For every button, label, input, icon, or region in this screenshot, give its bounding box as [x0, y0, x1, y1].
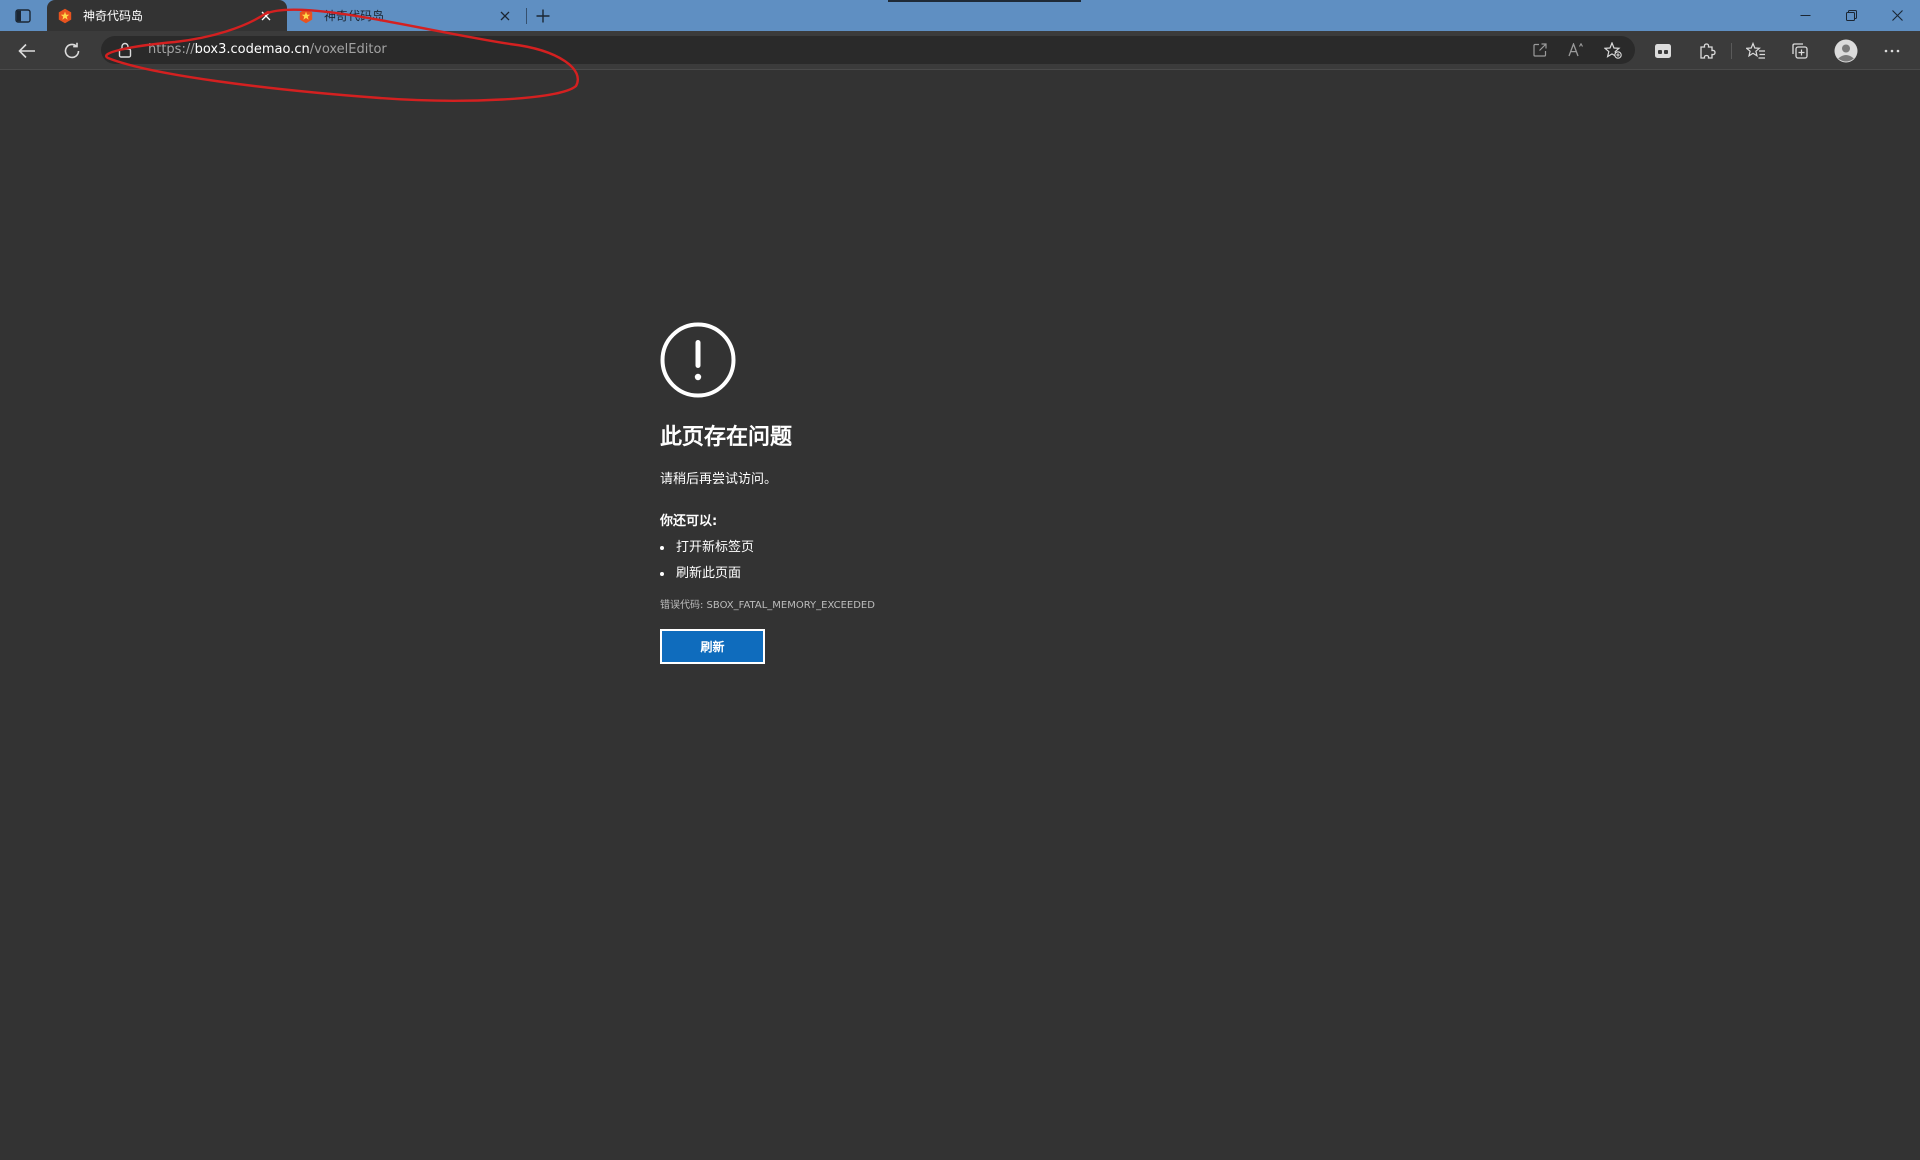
codemao-star-icon	[298, 8, 314, 24]
refresh-button[interactable]	[57, 36, 87, 66]
refresh-icon	[64, 42, 80, 59]
ellipsis-icon	[1884, 49, 1900, 53]
toolbar-divider	[1731, 43, 1732, 59]
open-in-app-button[interactable]	[1528, 39, 1552, 61]
read-aloud-icon	[1568, 43, 1583, 57]
options-heading: 你还可以:	[660, 514, 718, 529]
close-icon	[261, 11, 271, 20]
browser-window: 神奇代码岛 神奇代码岛 https://box3.codemao.cn/voxe…	[0, 0, 1920, 1160]
error-code: 错误代码: SBOX_FATAL_MEMORY_EXCEEDED	[660, 600, 875, 611]
tab-title: 神奇代码岛	[83, 9, 144, 23]
url-text[interactable]: https://box3.codemao.cn/voxelEditor	[148, 36, 387, 64]
collections-button[interactable]	[1785, 36, 1815, 66]
read-aloud-button[interactable]	[1564, 39, 1588, 61]
minimize-button[interactable]	[1782, 0, 1828, 31]
restore-icon	[1845, 10, 1857, 21]
settings-menu-button[interactable]	[1877, 36, 1907, 66]
tab-inactive[interactable]: 神奇代码岛	[288, 0, 526, 31]
close-tab-button[interactable]	[257, 7, 275, 25]
tab-active[interactable]: 神奇代码岛	[47, 0, 287, 31]
extension-button[interactable]	[1648, 36, 1678, 66]
profile-button[interactable]	[1831, 36, 1861, 66]
url-path: /voxelEditor	[309, 42, 387, 57]
title-bar-drag-indicator	[888, 0, 1081, 2]
options-list: 打开新标签页 刷新此页面	[660, 539, 1080, 583]
tab-actions-icon	[15, 9, 31, 23]
tab-separator	[526, 8, 527, 24]
puzzle-icon	[1700, 43, 1716, 59]
add-favorite-button[interactable]	[1601, 39, 1625, 61]
favorites-button[interactable]	[1741, 36, 1771, 66]
new-tab-button[interactable]	[532, 5, 554, 27]
minimize-icon	[1800, 15, 1810, 16]
restore-button[interactable]	[1828, 0, 1874, 31]
star-add-icon	[1604, 41, 1622, 59]
favorites-icon	[1746, 42, 1765, 59]
close-icon	[1891, 10, 1903, 21]
extensions-button[interactable]	[1692, 36, 1722, 66]
back-button[interactable]	[12, 36, 42, 66]
collections-icon	[1792, 43, 1808, 59]
tab-actions-button[interactable]	[12, 6, 34, 26]
url-host: box3.codemao.cn	[194, 42, 310, 57]
warning-circle-icon	[660, 322, 736, 398]
error-page: 此页存在问题 请稍后再尝试访问。 你还可以: 打开新标签页 刷新此页面 错误代码…	[660, 322, 1080, 664]
error-subtitle: 请稍后再尝试访问。	[660, 472, 778, 487]
error-title: 此页存在问题	[660, 425, 793, 450]
tab-strip: 神奇代码岛 神奇代码岛	[0, 0, 1920, 31]
extension-badge-icon	[1655, 44, 1671, 58]
option-open-new-tab: 打开新标签页	[660, 539, 1080, 557]
navigation-toolbar: https://box3.codemao.cn/voxelEditor	[0, 31, 1920, 70]
url-scheme: https://	[148, 42, 195, 57]
avatar	[1834, 39, 1858, 63]
close-tab-button[interactable]	[496, 7, 514, 25]
address-bar[interactable]: https://box3.codemao.cn/voxelEditor	[101, 36, 1635, 64]
tab-title: 神奇代码岛	[324, 9, 385, 23]
reload-button[interactable]: 刷新	[660, 629, 765, 664]
codemao-star-icon	[57, 8, 73, 24]
back-arrow-icon	[18, 43, 35, 59]
option-refresh-page: 刷新此页面	[660, 565, 1080, 583]
window-controls	[1782, 0, 1920, 31]
close-icon	[500, 11, 510, 20]
lock-icon[interactable]	[118, 42, 132, 58]
open-external-icon	[1533, 43, 1547, 57]
close-window-button[interactable]	[1874, 0, 1920, 31]
plus-icon	[536, 9, 550, 23]
